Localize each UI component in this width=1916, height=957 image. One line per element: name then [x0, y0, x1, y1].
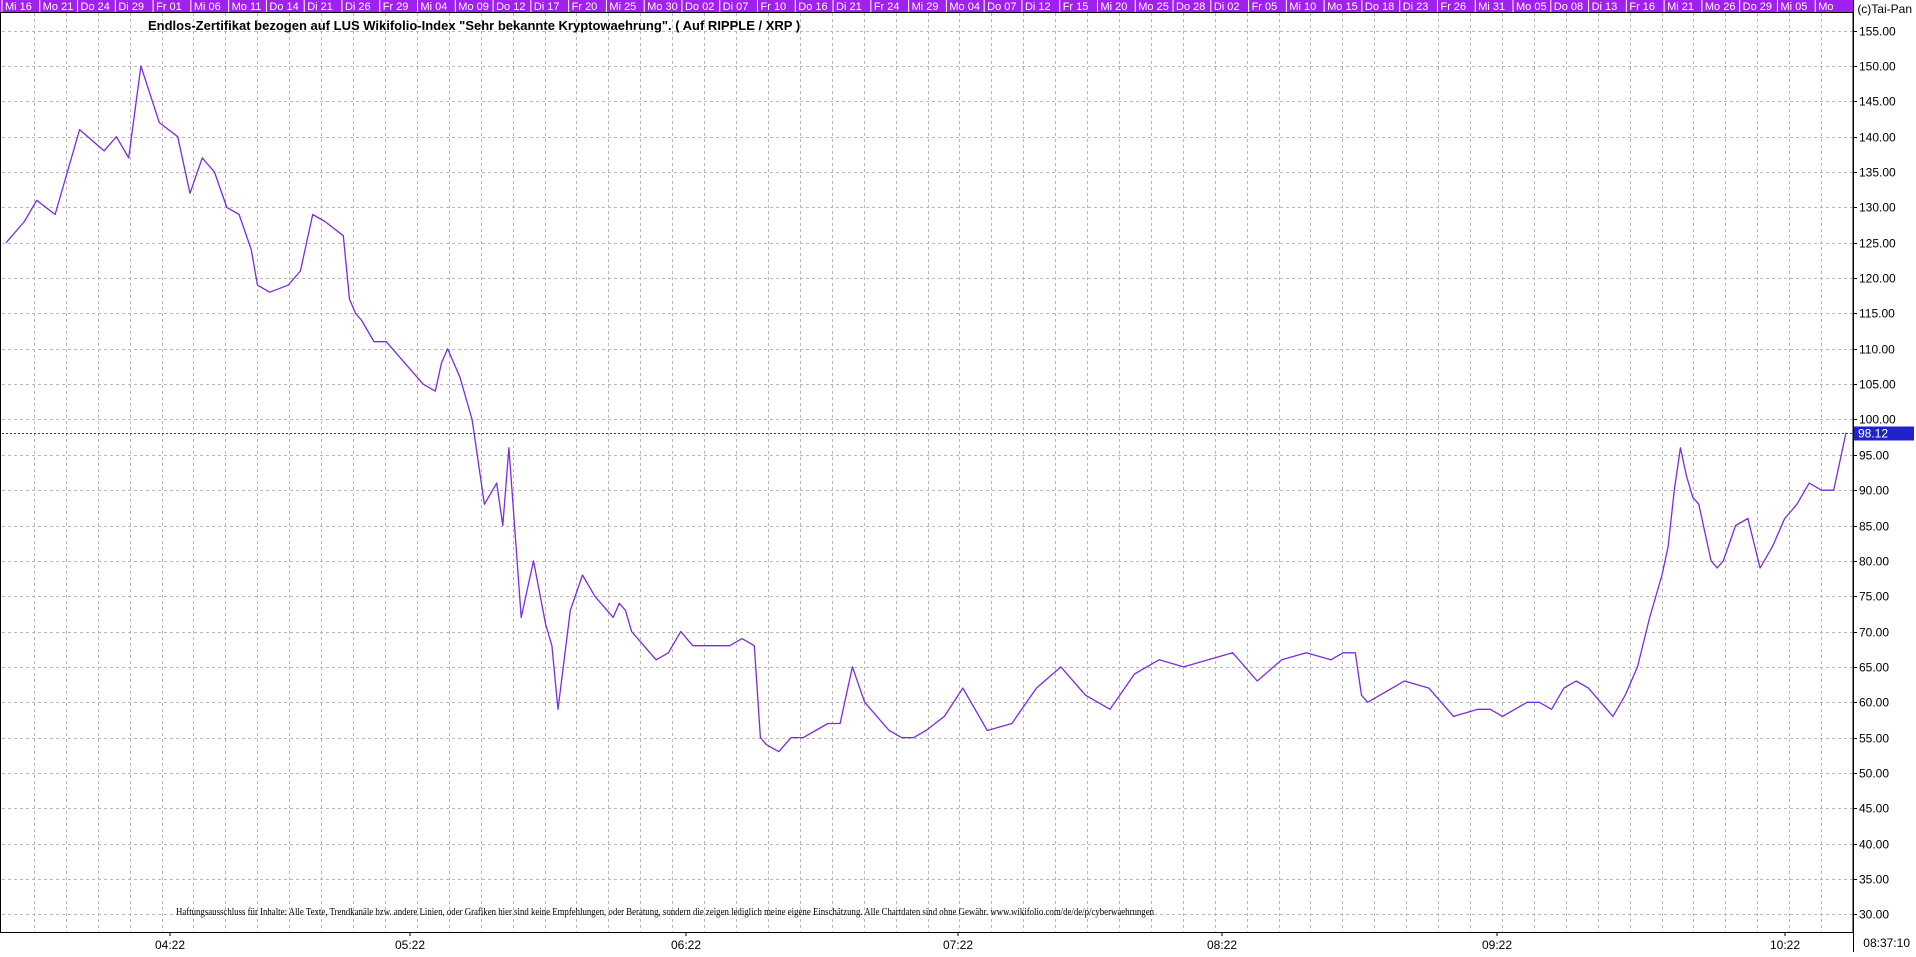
- date-label: Do 24: [81, 1, 110, 13]
- y-tick-label: 55.00: [1859, 732, 1889, 746]
- date-label: Mo 30: [647, 1, 678, 13]
- y-tick-label: 120.00: [1859, 272, 1896, 286]
- date-label: Mo 26: [1705, 1, 1736, 13]
- y-tick-label: 125.00: [1859, 237, 1896, 251]
- date-label: Mi 31: [1478, 1, 1505, 13]
- date-label: Di 02: [1214, 1, 1240, 13]
- date-label: Mi 16: [5, 1, 32, 13]
- x-tick-label: 08:22: [1207, 938, 1237, 952]
- date-label: Do 14: [269, 1, 298, 13]
- date-label: Mo 21: [43, 1, 74, 13]
- date-label: Mo 15: [1327, 1, 1358, 13]
- date-label: Do 16: [798, 1, 827, 13]
- y-tick-label: 95.00: [1859, 449, 1889, 463]
- y-tick-label: 135.00: [1859, 166, 1896, 180]
- y-tick-label: 145.00: [1859, 95, 1896, 109]
- y-tick-label: 140.00: [1859, 131, 1896, 145]
- date-label: Fr 15: [1063, 1, 1089, 13]
- date-label: Fr 01: [156, 1, 182, 13]
- last-price-label: 98.12: [1858, 427, 1888, 441]
- date-label: Mo 11: [232, 1, 262, 13]
- x-tick-label: 06:22: [671, 938, 701, 952]
- x-tick-label: 04:22: [155, 938, 185, 952]
- x-axis: 04:22 05:22 06:22 07:22 08:22 09:22 10:22: [155, 932, 1800, 952]
- date-label: Do 07: [987, 1, 1016, 13]
- date-label: Mi 20: [1100, 1, 1127, 13]
- date-label: Di 13: [1592, 1, 1618, 13]
- chart-root: Mi 16 Mo 21 Do 24 Di 29 Fr 01 Mi 06 Mo 11 Do 14…: [0, 0, 1916, 952]
- y-tick-label: 35.00: [1859, 873, 1889, 887]
- date-label: Mi 06: [194, 1, 221, 13]
- y-tick-label: 85.00: [1859, 520, 1889, 534]
- date-label: Mi 21: [1667, 1, 1694, 13]
- date-label: Mo: [1818, 1, 1833, 13]
- y-tick-label: 115.00: [1859, 307, 1895, 321]
- series-layer: [5, 65, 1847, 753]
- date-label: Di 17: [534, 1, 560, 13]
- grid-layer: [2, 13, 1853, 932]
- date-label: Fr 10: [761, 1, 787, 13]
- y-tick-label: 80.00: [1859, 555, 1889, 569]
- price-line: [5, 65, 1847, 753]
- y-tick-label: 70.00: [1859, 626, 1889, 640]
- y-tick-label: 150.00: [1859, 60, 1896, 74]
- y-tick-label: 100.00: [1859, 413, 1896, 427]
- date-label: Do 08: [1554, 1, 1583, 13]
- date-label: Do 18: [1365, 1, 1394, 13]
- date-label: Mo 09: [458, 1, 489, 13]
- x-tick-label: 07:22: [943, 938, 973, 952]
- chart-title: Endlos-Zertifikat bezogen auf LUS Wikifo…: [148, 18, 801, 33]
- plot-frame: [0, 0, 1854, 952]
- y-tick-label: 65.00: [1859, 661, 1889, 675]
- y-tick-label: 130.00: [1859, 201, 1896, 215]
- date-label: Do 12: [496, 1, 525, 13]
- date-label: Mi 29: [912, 1, 939, 13]
- time-readout: 08:37:10: [1863, 936, 1910, 950]
- y-tick-label: 50.00: [1859, 767, 1889, 781]
- y-tick-label: 60.00: [1859, 696, 1889, 710]
- y-tick-label: 40.00: [1859, 838, 1889, 852]
- date-label: Do 02: [685, 1, 714, 13]
- date-label: Mo 25: [1138, 1, 1169, 13]
- price-chart: Mi 16 Mo 21 Do 24 Di 29 Fr 01 Mi 06 Mo 11 Do 14…: [0, 0, 1914, 952]
- y-tick-label: 75.00: [1859, 590, 1889, 604]
- date-label: Di 07: [723, 1, 749, 13]
- plot-border: [0, 12, 1854, 933]
- disclaimer-text: Haftungsausschluss für Inhalte: Alle Tex…: [176, 906, 1155, 918]
- date-label: Mo 05: [1516, 1, 1547, 13]
- x-tick-label: 05:22: [395, 938, 425, 952]
- date-label: Mi 05: [1780, 1, 1807, 13]
- date-strip: Mi 16 Mo 21 Do 24 Di 29 Fr 01 Mi 06 Mo 11 Do 14…: [0, 0, 1853, 13]
- y-tick-label: 110.00: [1859, 343, 1895, 357]
- date-label: Di 12: [1025, 1, 1051, 13]
- y-tick-label: 90.00: [1859, 484, 1889, 498]
- date-label: Mi 04: [421, 1, 448, 13]
- date-label: Fr 24: [874, 1, 900, 13]
- copyright-label: (c)Tai-Pan: [1857, 2, 1912, 16]
- y-tick-label: 30.00: [1859, 908, 1889, 922]
- y-tick-label: 105.00: [1859, 378, 1896, 392]
- date-label: Fr 05: [1252, 1, 1278, 13]
- y-tick-label: 155.00: [1859, 25, 1896, 39]
- date-label: Mi 10: [1289, 1, 1316, 13]
- date-label: Fr 20: [572, 1, 598, 13]
- last-price-layer: 98.12: [2, 426, 1914, 441]
- date-label: Mo 04: [949, 1, 980, 13]
- date-label: Do 29: [1743, 1, 1772, 13]
- y-tick-label: 45.00: [1859, 802, 1889, 816]
- date-label: Di 23: [1403, 1, 1429, 13]
- date-label: Di 29: [118, 1, 144, 13]
- x-tick-label: 09:22: [1482, 938, 1512, 952]
- y-axis: 30.00 35.00 40.00 45.00 50.00 55.00 60.00 65.00…: [1853, 25, 1896, 922]
- date-label: Fr 16: [1629, 1, 1655, 13]
- date-label: Do 28: [1176, 1, 1205, 13]
- date-label: Di 21: [307, 1, 333, 13]
- x-tick-label: 10:22: [1770, 938, 1800, 952]
- date-label: Mi 25: [609, 1, 636, 13]
- date-label: Di 26: [345, 1, 371, 13]
- date-label: Di 21: [836, 1, 862, 13]
- date-label: Fr 29: [383, 1, 409, 13]
- date-label: Fr 26: [1440, 1, 1466, 13]
